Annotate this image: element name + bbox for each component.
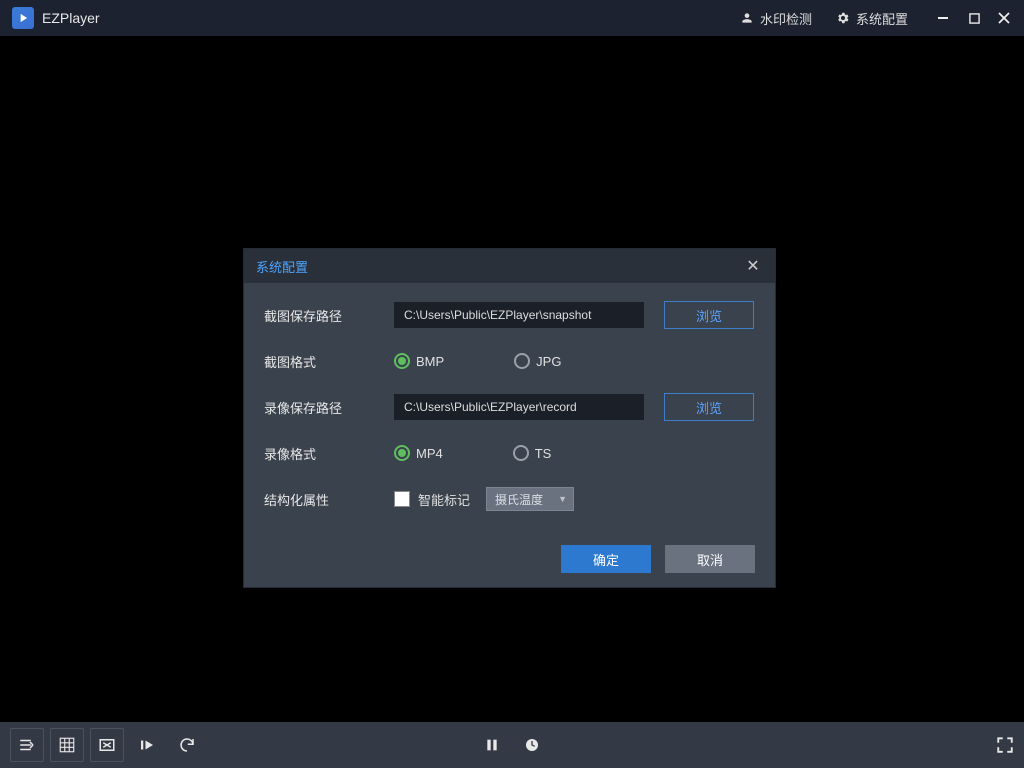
gear-icon <box>836 11 850 25</box>
app-logo <box>12 7 34 29</box>
radio-bmp-label: BMP <box>416 354 444 369</box>
radio-ts[interactable]: TS <box>513 445 552 461</box>
titlebar: EZPlayer 水印检测 系统配置 <box>0 0 1024 36</box>
struct-attr-label: 结构化属性 <box>264 490 394 509</box>
watermark-detect-button[interactable]: 水印检测 <box>730 5 822 32</box>
radio-icon <box>394 445 410 461</box>
loop-button[interactable] <box>170 728 204 762</box>
chevron-down-icon: ▼ <box>558 494 567 504</box>
dialog-title: 系统配置 <box>256 257 308 276</box>
dialog-close-button[interactable]: ✕ <box>743 256 763 276</box>
user-icon <box>740 11 754 25</box>
clock-button[interactable] <box>524 737 540 753</box>
system-config-button[interactable]: 系统配置 <box>826 5 918 32</box>
step-forward-button[interactable] <box>130 728 164 762</box>
radio-ts-label: TS <box>535 446 552 461</box>
radio-jpg-label: JPG <box>536 354 561 369</box>
bottombar <box>0 722 1024 768</box>
system-config-dialog: 系统配置 ✕ 截图保存路径 浏览 截图格式 BMP JPG 录像保存路径 <box>243 248 776 588</box>
radio-icon <box>513 445 529 461</box>
sidebar-toggle-button[interactable] <box>10 728 44 762</box>
record-path-input[interactable] <box>394 394 644 420</box>
cancel-button[interactable]: 取消 <box>665 545 755 573</box>
snapshot-format-label: 截图格式 <box>264 352 394 371</box>
radio-mp4-label: MP4 <box>416 446 443 461</box>
system-config-label: 系统配置 <box>856 9 908 28</box>
fullscreen-button[interactable] <box>996 736 1014 754</box>
watermark-detect-label: 水印检测 <box>760 9 812 28</box>
app-title: EZPlayer <box>42 10 100 26</box>
close-button[interactable] <box>996 10 1012 26</box>
radio-jpg[interactable]: JPG <box>514 353 561 369</box>
record-path-label: 录像保存路径 <box>264 398 394 417</box>
snapshot-browse-button[interactable]: 浏览 <box>664 301 754 329</box>
radio-icon <box>514 353 530 369</box>
temperature-select[interactable]: 摄氏温度 ▼ <box>486 487 574 511</box>
radio-icon <box>394 353 410 369</box>
radio-mp4[interactable]: MP4 <box>394 445 443 461</box>
smart-mark-checkbox[interactable] <box>394 491 410 507</box>
temperature-select-value: 摄氏温度 <box>495 491 543 508</box>
radio-bmp[interactable]: BMP <box>394 353 444 369</box>
record-browse-button[interactable]: 浏览 <box>664 393 754 421</box>
record-format-label: 录像格式 <box>264 444 394 463</box>
smart-mark-label: 智能标记 <box>418 490 470 509</box>
pause-button[interactable] <box>484 737 500 753</box>
snapshot-path-input[interactable] <box>394 302 644 328</box>
maximize-button[interactable] <box>966 10 982 26</box>
dialog-header: 系统配置 ✕ <box>244 249 775 283</box>
snapshot-path-label: 截图保存路径 <box>264 306 394 325</box>
ok-button[interactable]: 确定 <box>561 545 651 573</box>
fullwindow-button[interactable] <box>90 728 124 762</box>
minimize-button[interactable] <box>936 10 952 26</box>
grid-layout-button[interactable] <box>50 728 84 762</box>
